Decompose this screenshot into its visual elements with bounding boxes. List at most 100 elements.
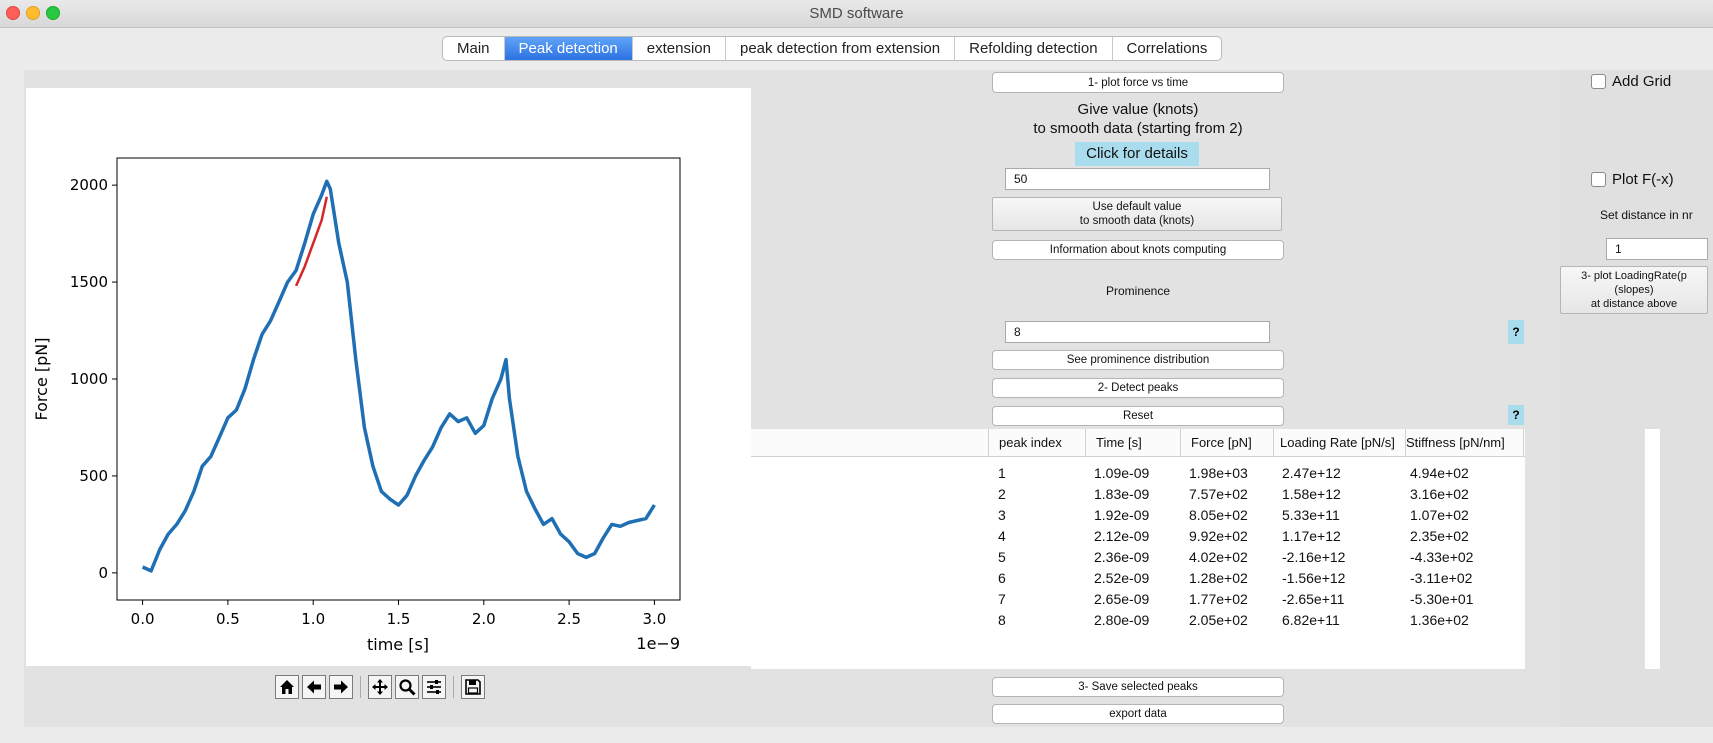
x-axis-label: time [s] <box>367 635 429 654</box>
table-cell[interactable]: -2.16e+12 <box>1282 549 1345 565</box>
table-cell[interactable]: 1.77e+02 <box>1189 591 1248 607</box>
table-cell[interactable]: 2 <box>998 486 1006 502</box>
table-cell[interactable]: 4.94e+02 <box>1410 465 1469 481</box>
table-cell[interactable]: 2.36e-09 <box>1094 549 1149 565</box>
table-header-loading-rate[interactable]: Loading Rate [pN/s] <box>1274 429 1406 457</box>
table-cell[interactable]: 6 <box>998 570 1006 586</box>
table-cell[interactable]: -5.30e+01 <box>1410 591 1473 607</box>
home-icon[interactable] <box>275 675 299 699</box>
plot-force-vs-time-button[interactable]: 1- plot force vs time <box>992 72 1284 93</box>
x-axis-offset-text: 1e−9 <box>636 634 680 653</box>
table-cell[interactable]: 1.83e-09 <box>1094 486 1149 502</box>
table-cell[interactable]: 1.28e+02 <box>1189 570 1248 586</box>
configure-subplots-icon[interactable] <box>422 675 446 699</box>
plot-toolbar <box>275 674 485 700</box>
table-cell[interactable]: 2.05e+02 <box>1189 612 1248 628</box>
back-arrow-icon[interactable] <box>302 675 326 699</box>
forward-arrow-icon[interactable] <box>329 675 353 699</box>
y-tick-label: 500 <box>79 467 108 485</box>
plot-fx-label: Plot F(-x) <box>1612 171 1674 188</box>
table-cell[interactable]: 8.05e+02 <box>1189 507 1248 523</box>
table-cell[interactable]: -3.11e+02 <box>1410 570 1472 586</box>
table-header-stiffness[interactable]: Stiffness [pN/nm] <box>1406 429 1524 457</box>
force-time-chart: 0.0 0.5 1.0 1.5 2.0 2.5 3.0 0 500 1000 1500 2000 ti… <box>32 157 681 654</box>
add-grid-checkbox[interactable] <box>1591 74 1606 89</box>
table-cell[interactable]: 7.57e+02 <box>1189 486 1248 502</box>
y-tick-label: 2000 <box>70 176 108 194</box>
tab-peak-detection[interactable]: Peak detection <box>504 37 633 60</box>
tab-bar: Main Peak detection extension peak detec… <box>442 36 1223 61</box>
table-cell[interactable]: 1.36e+02 <box>1410 612 1469 628</box>
see-prominence-distribution-button[interactable]: See prominence distribution <box>992 350 1284 370</box>
pan-icon[interactable] <box>368 675 392 699</box>
table-cell[interactable]: -4.33e+02 <box>1410 549 1473 565</box>
table-cell[interactable]: 2.52e-09 <box>1094 570 1149 586</box>
table-header-time[interactable]: Time [s] <box>1086 429 1181 457</box>
x-tick-label: 0.5 <box>216 610 240 628</box>
knots-information-button[interactable]: Information about knots computing <box>992 240 1284 260</box>
table-cell[interactable]: -1.56e+12 <box>1282 570 1345 586</box>
table-cell[interactable]: 1.07e+02 <box>1410 507 1469 523</box>
tab-main[interactable]: Main <box>443 37 505 60</box>
table-scrollbar[interactable] <box>1644 429 1660 669</box>
plot-canvas: 0.0 0.5 1.0 1.5 2.0 2.5 3.0 0 500 1000 1500 2000 ti… <box>26 88 751 666</box>
table-cell[interactable]: 9.92e+02 <box>1189 528 1248 544</box>
save-icon[interactable] <box>461 675 485 699</box>
tab-peak-detection-from-extension[interactable]: peak detection from extension <box>726 37 956 60</box>
table-header-blank <box>751 429 989 457</box>
y-axis-label: Force [pN] <box>32 338 51 421</box>
x-tick-label: 2.0 <box>472 610 496 628</box>
tab-extension[interactable]: extension <box>633 37 726 60</box>
click-for-details-button[interactable]: Click for details <box>1075 142 1199 166</box>
smooth-knots-label: Give value (knots) to smooth data (start… <box>1033 101 1243 137</box>
table-cell[interactable]: 2.80e-09 <box>1094 612 1149 628</box>
plot-fx-checkbox[interactable] <box>1591 172 1606 187</box>
table-cell[interactable]: 1.17e+12 <box>1282 528 1341 544</box>
knots-input[interactable]: 50 <box>1005 168 1270 190</box>
table-cell[interactable]: 3.16e+02 <box>1410 486 1469 502</box>
table-header-force[interactable]: Force [pN] <box>1181 429 1274 457</box>
zoom-icon[interactable] <box>395 675 419 699</box>
table-cell[interactable]: 1.09e-09 <box>1094 465 1149 481</box>
table-cell[interactable]: 6.82e+11 <box>1282 612 1340 628</box>
table-cell[interactable]: 8 <box>998 612 1006 628</box>
export-data-button[interactable]: export data <box>992 704 1284 724</box>
prominence-input[interactable]: 8 <box>1005 321 1270 343</box>
plot-loading-rate-button[interactable]: 3- plot LoadingRate(p (slopes) at distan… <box>1560 266 1708 314</box>
add-grid-label: Add Grid <box>1612 73 1672 90</box>
save-selected-peaks-button[interactable]: 3- Save selected peaks <box>992 677 1284 697</box>
tab-correlations[interactable]: Correlations <box>1113 37 1222 60</box>
detect-peaks-button[interactable]: 2- Detect peaks <box>992 378 1284 398</box>
window-title: SMD software <box>809 5 904 22</box>
table-cell[interactable]: 4.02e+02 <box>1189 549 1248 565</box>
y-tick-label: 1000 <box>70 370 108 388</box>
table-cell[interactable]: 3 <box>998 507 1006 523</box>
y-tick-label: 0 <box>98 564 108 582</box>
x-tick-label: 1.5 <box>387 610 411 628</box>
table-cell[interactable]: 1 <box>998 465 1006 481</box>
x-tick-label: 3.0 <box>642 610 666 628</box>
table-cell[interactable]: 2.47e+12 <box>1282 465 1341 481</box>
table-cell[interactable]: 5 <box>998 549 1006 565</box>
prominence-label: Prominence <box>1105 284 1171 298</box>
reset-help-button[interactable]: ? <box>1508 405 1524 425</box>
tab-refolding-detection[interactable]: Refolding detection <box>955 37 1113 60</box>
use-default-value-button[interactable]: Use default value to smooth data (knots) <box>992 197 1282 231</box>
distance-input[interactable]: 1 <box>1606 238 1708 260</box>
table-cell[interactable]: 2.12e-09 <box>1094 528 1149 544</box>
reset-button[interactable]: Reset <box>992 406 1284 426</box>
table-cell[interactable]: 1.98e+03 <box>1189 465 1248 481</box>
prominence-help-button[interactable]: ? <box>1508 320 1524 344</box>
table-cell[interactable]: 4 <box>998 528 1006 544</box>
table-cell[interactable]: 1.92e-09 <box>1094 507 1149 523</box>
table-cell[interactable]: 7 <box>998 591 1006 607</box>
table-cell[interactable]: 5.33e+11 <box>1282 507 1340 523</box>
toolbar-separator <box>360 676 361 698</box>
table-cell[interactable]: 2.35e+02 <box>1410 528 1469 544</box>
x-tick-label: 2.5 <box>557 610 581 628</box>
table-cell[interactable]: -2.65e+11 <box>1282 591 1344 607</box>
force-series-line <box>141 179 656 573</box>
table-header-peak-index[interactable]: peak index <box>989 429 1086 457</box>
table-cell[interactable]: 2.65e-09 <box>1094 591 1149 607</box>
table-cell[interactable]: 1.58e+12 <box>1282 486 1341 502</box>
